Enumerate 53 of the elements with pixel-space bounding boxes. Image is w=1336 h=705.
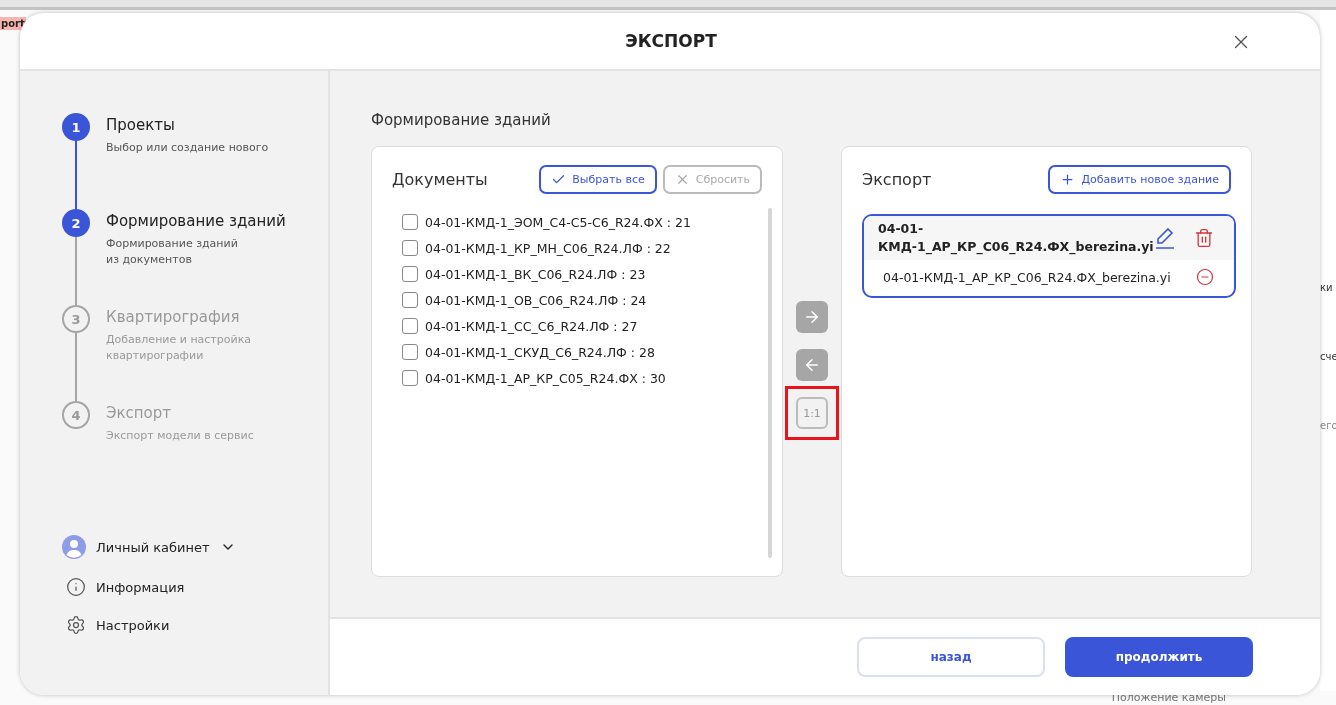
document-name: 04-01-КМД-1_АР_КР_С05_R24.ФХ : 30: [425, 370, 666, 386]
document-name: 04-01-КМД-1_ВК_С06_R24.ЛФ : 23: [425, 266, 646, 282]
edit-icon[interactable]: [1153, 226, 1176, 250]
back-button[interactable]: назад: [857, 637, 1045, 677]
scrollbar[interactable]: [768, 208, 772, 558]
step-title: Экспорт: [106, 404, 173, 422]
arrow-right-icon: [803, 308, 821, 326]
background-text: ки: [1320, 282, 1334, 293]
checkbox[interactable]: [402, 214, 418, 230]
document-name: 04-01-КМД-1_СКУД_С6_R24.ЛФ : 28: [425, 344, 655, 360]
checkbox[interactable]: [402, 240, 418, 256]
step-subtitle: Выбор или создание нового: [106, 140, 270, 156]
panel-title: Документы: [392, 170, 488, 189]
select-all-button[interactable]: Выбрать все: [539, 165, 657, 194]
checkbox[interactable]: [402, 292, 418, 308]
document-name: 04-01-КМД-1_КР_МН_С06_R24.ЛФ : 22: [425, 240, 671, 256]
sidebar-link[interactable]: Информация: [66, 577, 328, 597]
panel-title: Экспорт: [862, 170, 932, 189]
background-tab-label: port: [0, 17, 26, 30]
remove-icon[interactable]: [1195, 268, 1214, 286]
checkbox[interactable]: [402, 344, 418, 360]
transfer-button[interactable]: [796, 301, 828, 333]
dialog-title: ЭКСПОРТ: [625, 31, 717, 51]
sidebar-link[interactable]: Настройки: [66, 615, 328, 635]
transfer-button[interactable]: [796, 349, 828, 381]
step-title: Формирование зданий: [106, 212, 287, 230]
trash-icon[interactable]: [1193, 228, 1214, 248]
building-card[interactable]: 04-01- КМД-1_АР_КР_С06_R24.ФХ_berezina.yi 04-01-КМД-1_АР_КР_С06_R24.ФХ_berezina.yi: [862, 214, 1236, 298]
step-number: 3: [62, 305, 90, 333]
document-name: 04-01-КМД-1_СС_С6_R24.ЛФ : 27: [425, 318, 638, 334]
step-number: 1: [62, 113, 90, 141]
step-number: 4: [62, 401, 90, 429]
sidebar-link[interactable]: Личный кабинет: [62, 535, 328, 559]
document-name: 04-01-КМД-1_ЭОМ_С4-С5-С6_R24.ФХ : 21: [425, 214, 691, 230]
section-title: Формирование зданий: [371, 111, 552, 129]
building-name: 04-01- КМД-1_АР_КР_С06_R24.ФХ_berezina.yi: [878, 220, 1154, 256]
settings-icon: [66, 615, 86, 635]
step-subtitle: Экспорт модели в сервис: [106, 428, 255, 444]
document-name: 04-01-КМД-1_ОВ_С06_R24.ЛФ : 24: [425, 292, 647, 308]
plus-icon: [1060, 172, 1076, 187]
add-building-button[interactable]: Добавить новое здание: [1048, 165, 1231, 194]
step-title: Квартирография: [106, 308, 241, 326]
checkbox[interactable]: [402, 266, 418, 282]
avatar-icon: [62, 535, 86, 559]
checkbox[interactable]: [402, 370, 418, 386]
step-title: Проекты: [106, 116, 176, 134]
step-number: 2: [62, 209, 90, 237]
continue-button[interactable]: продолжить: [1065, 637, 1253, 677]
step-subtitle: Формирование зданий из документов: [106, 236, 239, 268]
checkbox[interactable]: [402, 318, 418, 334]
step-subtitle: Добавление и настройка квартирографии: [106, 332, 252, 364]
file-name: 04-01-КМД-1_АР_КР_С06_R24.ФХ_berezina.yi: [883, 269, 1171, 285]
info-icon: [66, 577, 86, 597]
